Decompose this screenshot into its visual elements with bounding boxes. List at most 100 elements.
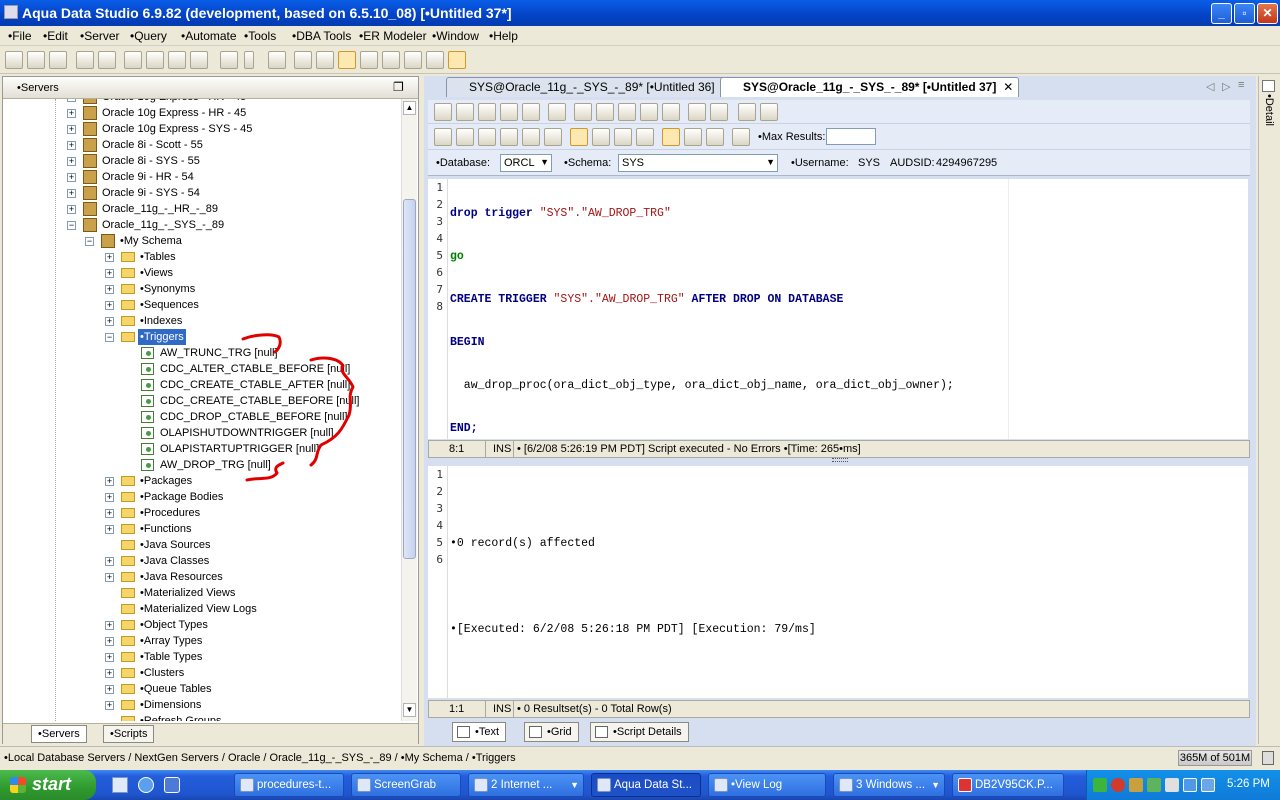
editor-tab-untitled-36[interactable]: SYS@Oracle_11g_-_SYS_-_89* [•Untitled 36… (446, 77, 738, 97)
expand-icon[interactable]: + (105, 557, 114, 566)
table-data-editor-icon[interactable] (168, 51, 186, 69)
print-icon[interactable] (548, 103, 566, 121)
results-text[interactable]: •0 record(s) affected •[Executed: 6/2/08… (448, 466, 1248, 698)
tree-scrollbar[interactable]: ▲ ▼ (401, 99, 417, 721)
expand-icon[interactable]: + (67, 157, 76, 166)
close-tab-icon[interactable]: ✕ (1003, 78, 1013, 96)
disconnect-icon[interactable] (98, 51, 116, 69)
save-all-icon[interactable] (522, 103, 540, 121)
tree-node-folder[interactable]: + •Functions (3, 521, 401, 537)
layout-8-icon[interactable] (448, 51, 466, 69)
tray-network-icon[interactable] (1147, 778, 1161, 792)
menu-file[interactable]: •File (8, 29, 32, 43)
results-split-icon[interactable] (706, 128, 724, 146)
new-file-icon[interactable] (434, 103, 452, 121)
tree-node-trigger[interactable]: CDC_DROP_CTABLE_BEFORE [null] (3, 409, 401, 425)
editor-tab-untitled-37[interactable]: SYS@Oracle_11g_-_SYS_-_89* [•Untitled 37… (720, 77, 1020, 97)
expand-icon[interactable]: + (67, 173, 76, 182)
tab-servers[interactable]: •Servers (31, 725, 87, 743)
format-icon[interactable] (738, 103, 756, 121)
menu-edit[interactable]: •Edit (43, 29, 68, 43)
start-button[interactable]: start (0, 770, 96, 800)
execute-current-icon[interactable] (478, 128, 496, 146)
layout-4-icon[interactable] (360, 51, 378, 69)
taskbar-windows[interactable]: 3 Windows ... ▼ (833, 773, 945, 797)
tree-node-trigger[interactable]: CDC_CREATE_CTABLE_BEFORE [null] (3, 393, 401, 409)
layout-7-icon[interactable] (426, 51, 444, 69)
dropdown-icon[interactable] (244, 51, 254, 69)
expand-icon[interactable]: + (105, 269, 114, 278)
tree-node-server[interactable]: + Oracle 9i - SYS - 54 (3, 185, 401, 201)
new-server-icon[interactable] (5, 51, 23, 69)
layout-2-icon[interactable] (316, 51, 334, 69)
taskbar-aqua-data-studio[interactable]: Aqua Data St... (591, 773, 701, 797)
run-icon[interactable] (456, 128, 474, 146)
tab-scroll-left-icon[interactable]: ◁ (1206, 80, 1214, 93)
tree-node-folder[interactable]: + •Object Types (3, 617, 401, 633)
quick-launch-icon[interactable] (164, 777, 180, 793)
splitter-handle[interactable] (832, 458, 848, 462)
tab-text[interactable]: •Text (452, 722, 507, 742)
connect-icon[interactable] (76, 51, 94, 69)
scroll-up-arrow[interactable]: ▲ (403, 101, 416, 115)
detail-icon[interactable] (1262, 80, 1275, 92)
tree-node-folder[interactable]: •Materialized View Logs (3, 601, 401, 617)
close-button[interactable]: ✕ (1257, 3, 1278, 24)
tree-node-folder[interactable]: + •Table Types (3, 649, 401, 665)
tab-script-details[interactable]: •Script Details (590, 722, 689, 742)
taskbar-db2-pdf[interactable]: DB2V95CK.P... (952, 773, 1064, 797)
tree-node-trigger[interactable]: AW_DROP_TRG [null] (3, 457, 401, 473)
expand-icon[interactable]: + (67, 125, 76, 134)
detail-tab[interactable]: •Detail (1263, 94, 1275, 142)
tree-node-server[interactable]: + Oracle 9i - HR - 54 (3, 169, 401, 185)
expand-icon[interactable]: + (67, 109, 76, 118)
tree-node-folder[interactable]: •Refresh Groups (3, 713, 401, 721)
tree-node-folder[interactable]: + •Procedures (3, 505, 401, 521)
scroll-down-arrow[interactable]: ▼ (403, 703, 416, 717)
edit-server-icon[interactable] (27, 51, 45, 69)
expand-icon[interactable]: + (105, 301, 114, 310)
collapse-icon[interactable]: − (85, 237, 94, 246)
taskbar-procedures[interactable]: procedures-t... (234, 773, 344, 797)
tree-node-folder[interactable]: + •Sequences (3, 297, 401, 313)
tree-node-trigger[interactable]: AW_TRUNC_TRG [null] (3, 345, 401, 361)
tree-node-folder[interactable]: + •Clusters (3, 665, 401, 681)
expand-icon[interactable]: + (67, 99, 76, 102)
rollback-icon[interactable] (614, 128, 632, 146)
tree-node-folder[interactable]: + •Tables (3, 249, 401, 265)
tab-grid[interactable]: •Grid (524, 722, 579, 742)
auto-commit-icon[interactable] (570, 128, 588, 146)
layout-3-icon[interactable] (338, 51, 356, 69)
layout-6-icon[interactable] (404, 51, 422, 69)
undo-icon[interactable] (640, 103, 658, 121)
commit-icon[interactable] (592, 128, 610, 146)
expand-icon[interactable]: + (105, 573, 114, 582)
sql-editor[interactable]: drop trigger "SYS"."AW_DROP_TRG" go CREA… (448, 179, 1248, 523)
tree-node-folder[interactable]: + •Array Types (3, 633, 401, 649)
transaction-icon[interactable] (636, 128, 654, 146)
expand-icon[interactable]: + (105, 637, 114, 646)
tree-node-schema[interactable]: − •My Schema (3, 233, 401, 249)
minimize-button[interactable]: _ (1211, 3, 1232, 24)
tab-list-icon[interactable]: ≡ (1238, 79, 1244, 91)
query-analyzer-icon[interactable] (146, 51, 164, 69)
tab-scripts[interactable]: •Scripts (103, 725, 155, 743)
tray-monitor-icon[interactable] (1183, 778, 1197, 792)
tree-node-server[interactable]: + Oracle_11g_-_HR_-_89 (3, 201, 401, 217)
expand-icon[interactable]: + (67, 189, 76, 198)
query-window-icon[interactable] (124, 51, 142, 69)
database-select[interactable]: ORCL ▼ (500, 154, 552, 172)
unformat-icon[interactable] (760, 103, 778, 121)
stop-icon[interactable] (544, 128, 562, 146)
tree-node-folder[interactable]: + •Dimensions (3, 697, 401, 713)
menu-query[interactable]: •Query (130, 29, 167, 43)
tree-node-folder[interactable]: + •Packages (3, 473, 401, 489)
taskbar-view-log[interactable]: •View Log (708, 773, 826, 797)
tree-node-server[interactable]: + Oracle 10g Express - HR - 45 (3, 105, 401, 121)
execute-icon[interactable] (434, 128, 452, 146)
tray-display-icon[interactable] (1201, 778, 1215, 792)
tree-node-trigger[interactable]: CDC_CREATE_CTABLE_AFTER [null] (3, 377, 401, 393)
tree-node-trigger[interactable]: OLAPISTARTUPTRIGGER [null] (3, 441, 401, 457)
tray-tool-icon[interactable] (1129, 778, 1143, 792)
save-icon[interactable] (478, 103, 496, 121)
